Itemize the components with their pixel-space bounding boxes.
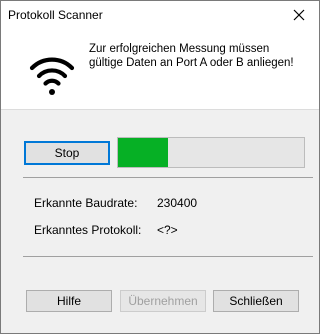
title-bar[interactable]: Protokoll Scanner (1, 1, 319, 29)
apply-button[interactable]: Übernehmen (120, 290, 206, 312)
wifi-icon (29, 57, 75, 95)
protocol-label: Erkanntes Protokoll: (34, 223, 142, 237)
close-button[interactable] (279, 1, 319, 29)
progress-fill (118, 138, 169, 167)
protocol-value: <?> (157, 223, 178, 237)
progress-bar (117, 137, 305, 168)
baudrate-label: Erkannte Baudrate: (34, 196, 138, 210)
dialog-window: Protokoll Scanner Zur erfolgreichen Mess… (0, 0, 320, 334)
stop-button[interactable]: Stop (24, 141, 110, 165)
status-message-line2: gültige Daten an Port A oder B anliegen! (89, 57, 294, 69)
info-header: Zur erfolgreichen Messung müssen gültige… (1, 29, 319, 110)
status-message-line1: Zur erfolgreichen Messung müssen (89, 43, 270, 55)
window-title: Protokoll Scanner (8, 8, 103, 22)
divider-top (23, 177, 313, 178)
close-dialog-button[interactable]: Schließen (213, 290, 299, 312)
divider-bottom (23, 256, 313, 257)
baudrate-value: 230400 (157, 196, 198, 210)
help-button[interactable]: Hilfe (26, 290, 112, 312)
close-icon (293, 9, 305, 21)
status-message: Zur erfolgreichen Messung müssen gültige… (89, 42, 317, 70)
